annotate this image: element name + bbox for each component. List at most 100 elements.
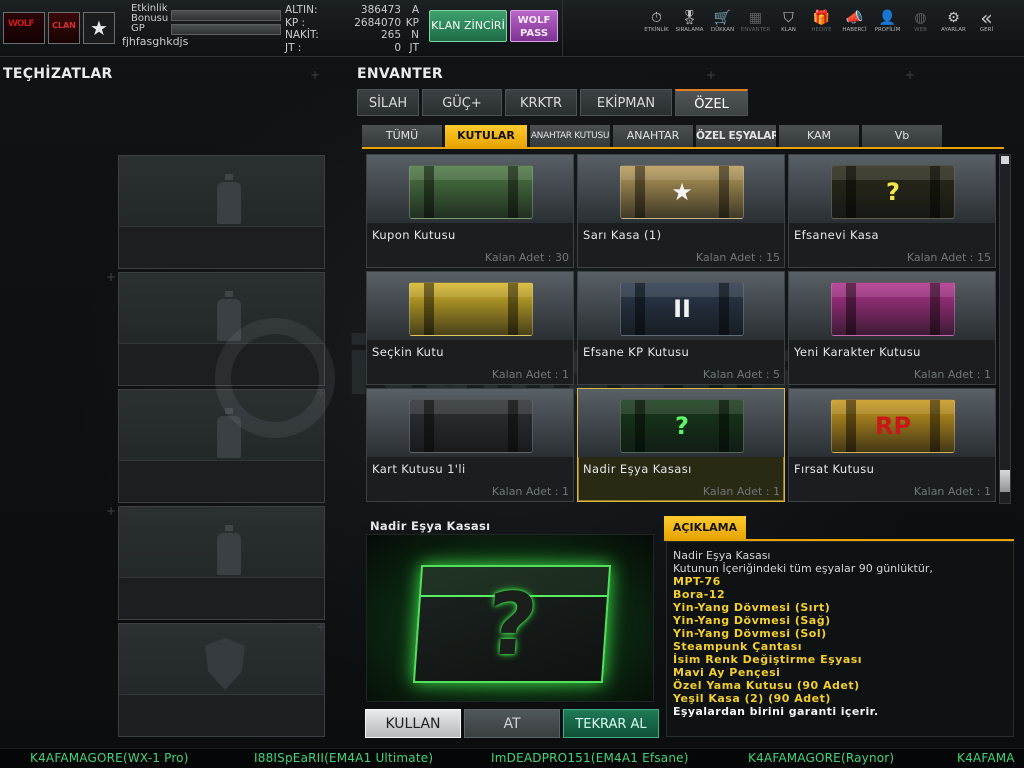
equipment-slot[interactable] — [118, 506, 325, 620]
main-tabs: SİLAH GÜÇ+ KRKTR EKİPMAN ÖZEL — [357, 89, 751, 116]
back-chevron-icon: « — [980, 6, 993, 30]
spray-can-icon — [217, 525, 241, 575]
equipment-slot[interactable] — [118, 155, 325, 269]
bonus-progress-bar — [171, 10, 281, 21]
rare-crate-art: ? — [412, 565, 612, 683]
gp-progress-bar — [171, 24, 281, 35]
gp-label: GP — [131, 23, 145, 34]
rebuy-button[interactable]: TEKRAR AL — [563, 709, 659, 738]
nav-web[interactable]: ◍ WEB — [904, 9, 937, 33]
inventory-item[interactable]: Kart Kutusu 1'li Kalan Adet : 1 — [366, 388, 574, 502]
selected-item-image: ? — [366, 534, 654, 702]
description-text: Nadir Eşya Kasası — [673, 549, 771, 562]
profile-icon: 👤 — [878, 10, 897, 26]
sub-tabs: TÜMÜ KUTULAR ANAHTAR KUTUSU ANAHTAR ÖZEL EŞY… — [362, 125, 945, 147]
nav-geri̇[interactable]: «GERİ — [970, 6, 1003, 33]
nav-haberci̇[interactable]: 📣 HABERCİ — [838, 9, 871, 33]
tab-4[interactable]: ÖZEL — [675, 89, 748, 116]
description-footer: Eşyalardan birini garanti içerir. — [673, 705, 879, 718]
tab-underline — [362, 147, 1004, 149]
crate-icon: ? — [831, 165, 955, 219]
equipment-slot[interactable] — [118, 623, 325, 737]
subtab-2[interactable]: ANAHTAR KUTUSU — [530, 125, 610, 147]
tab-1[interactable]: GÜÇ+ — [422, 89, 502, 116]
nav-envanter[interactable]: ▦ ENVANTER — [739, 9, 772, 33]
subtab-4[interactable]: ÖZEL EŞYALAR — [696, 125, 776, 147]
nav-etki̇nli̇k[interactable]: ⏱ ETKİNLİK — [640, 9, 673, 33]
nav-label: HABERCİ — [842, 27, 867, 33]
inventory-item[interactable]: RP Fırsat Kutusu Kalan Adet : 1 — [788, 388, 996, 502]
inventory-item[interactable]: Yeni Karakter Kutusu Kalan Adet : 1 — [788, 271, 996, 385]
item-thumbnail: ? — [578, 389, 784, 457]
description-text: Kutunun İçeriğindeki tüm eşyalar 90 günl… — [673, 562, 933, 575]
inventory-item[interactable]: Kupon Kutusu Kalan Adet : 30 — [366, 154, 574, 268]
reward-item: Yin-Yang Dövmesi (Sırt) — [673, 601, 831, 614]
globe-icon: ◍ — [914, 10, 927, 26]
nav-hedi̇ye[interactable]: 🎁 HEDİYE — [805, 9, 838, 33]
clan-chain-button[interactable]: KLAN ZİNCİRİ — [429, 10, 507, 42]
crate-icon — [409, 282, 533, 336]
equipment-title: TEÇHİZATLAR — [3, 66, 113, 82]
tab-0[interactable]: SİLAH — [357, 89, 419, 116]
gift-icon: 🎁 — [812, 10, 831, 26]
gear-icon: ⚙ — [947, 10, 960, 26]
scroll-up-arrow-icon[interactable] — [1001, 156, 1009, 164]
subtab-6[interactable]: Vb — [862, 125, 942, 147]
stopwatch-icon: ⏱ — [651, 10, 662, 26]
use-button[interactable]: KULLAN — [365, 709, 461, 738]
description-panel: Nadir Eşya Kasası Kutunun İçeriğindeki tü… — [666, 541, 1014, 737]
divider — [562, 0, 563, 57]
drop-button[interactable]: AT — [464, 709, 560, 738]
scroll-thumb[interactable] — [1000, 470, 1010, 492]
item-thumbnail: ? — [789, 155, 995, 223]
plus-icon: + — [316, 386, 327, 400]
wolf-pass-button[interactable]: WOLF PASS — [510, 10, 558, 42]
clan-emblem[interactable]: CLAN — [48, 12, 80, 44]
item-name: Efsane KP Kutusu — [583, 345, 690, 359]
crate-icon: ★ — [620, 165, 744, 219]
inventory-item[interactable]: ? Efsanevi Kasa Kalan Adet : 15 — [788, 154, 996, 268]
item-name: Sarı Kasa (1) — [583, 228, 662, 242]
plus-icon: + — [310, 68, 321, 82]
rank-star-icon[interactable]: ★ — [83, 12, 115, 44]
nav-label: ENVANTER — [740, 27, 771, 33]
tab-3[interactable]: EKİPMAN — [580, 89, 672, 116]
ticker-entry: I88ISpEaRII(EM4A1 Ultimate) — [254, 751, 434, 765]
subtab-5[interactable]: KAM — [779, 125, 859, 147]
ticker-entry: K4AFAMAGORE(WX-1 Pro) — [30, 751, 189, 765]
item-grid-scrollbar[interactable] — [999, 154, 1011, 504]
item-count: Kalan Adet : 1 — [491, 485, 569, 498]
equipment-slot[interactable] — [118, 272, 325, 386]
subtab-1[interactable]: KUTULAR — [445, 125, 527, 147]
spray-can-icon — [217, 408, 241, 458]
inventory-item[interactable]: Seçkin Kutu Kalan Adet : 1 — [366, 271, 574, 385]
inventory-item[interactable]: II Efsane KP Kutusu Kalan Adet : 5 — [577, 271, 785, 385]
main-nav: ⏱ ETKİNLİK 🎖 SIRALAMA 🛒 DÜKKAN ▦ ENVANTER ⛉ KLAN 🎁… — [640, 6, 1003, 33]
crate-icon — [409, 399, 533, 453]
item-name: Seçkin Kutu — [372, 345, 444, 359]
stat-row-cash: NAKİT: 265 N — [285, 29, 419, 41]
equipment-slot[interactable] — [118, 389, 325, 503]
inventory-item[interactable]: ★ Sarı Kasa (1) Kalan Adet : 15 — [577, 154, 785, 268]
inventory-item[interactable]: ? Nadir Eşya Kasası Kalan Adet : 1 — [577, 388, 785, 502]
description-tab[interactable]: AÇIKLAMA — [664, 516, 746, 540]
item-count: Kalan Adet : 1 — [491, 368, 569, 381]
subtab-0[interactable]: TÜMÜ — [362, 125, 442, 147]
nav-label: ETKİNLİK — [644, 27, 669, 33]
plus-icon: + — [706, 68, 717, 82]
tab-2[interactable]: KRKTR — [505, 89, 577, 116]
item-name: Yeni Karakter Kutusu — [794, 345, 921, 359]
nav-profi̇li̇m[interactable]: 👤 PROFİLİM — [871, 9, 904, 33]
game-logo: WOLF — [3, 12, 45, 44]
item-thumbnail — [367, 155, 573, 223]
nav-label: SIRALAMA — [675, 27, 704, 33]
shield-icon — [205, 638, 245, 690]
nav-siralama[interactable]: 🎖 SIRALAMA — [673, 9, 706, 33]
nav-dükkan[interactable]: 🛒 DÜKKAN — [706, 9, 739, 33]
subtab-3[interactable]: ANAHTAR — [613, 125, 693, 147]
nav-ayarlar[interactable]: ⚙ AYARLAR — [937, 9, 970, 33]
item-name: Nadir Eşya Kasası — [583, 462, 692, 476]
nav-klan[interactable]: ⛉ KLAN — [772, 9, 805, 33]
item-thumbnail — [789, 272, 995, 340]
crate-icon: RP — [831, 399, 955, 453]
